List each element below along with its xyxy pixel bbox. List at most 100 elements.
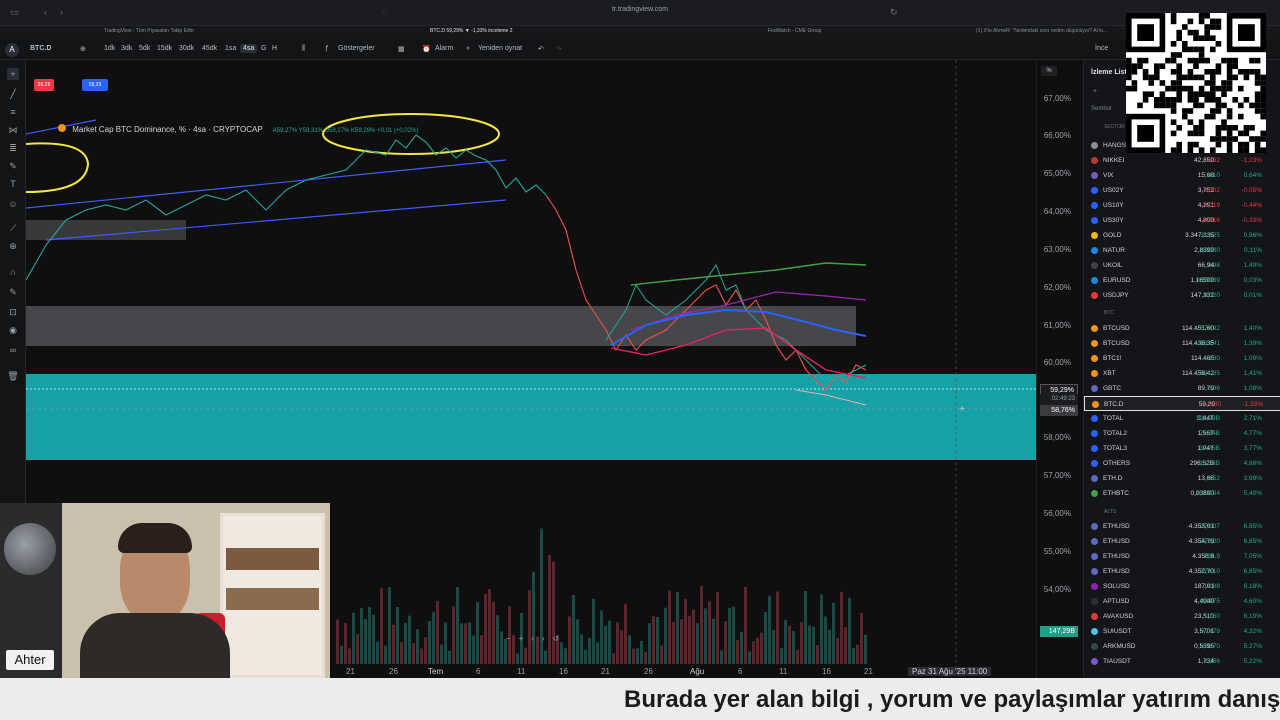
interval-5dk[interactable]: 5dk [139,45,150,52]
interval-15dk[interactable]: 15dk [157,45,172,52]
chart-type-icon[interactable]: ⫼ [302,45,305,53]
lock-icon[interactable]: ⊡ [7,306,19,318]
symbol-search[interactable]: BTC.D [30,45,51,52]
watchlist-row[interactable]: ETHUSD 4.352,70 279,10 6,85% [1084,564,1280,579]
watchlist-row[interactable]: ARKMUSD 0,5395 0,0270 5,27% [1084,639,1280,654]
tab-btcd[interactable]: BTC.D 59,29% ▼ -1,33% inceleme 2 [430,28,513,38]
volume-bar [396,606,399,664]
forward-icon[interactable]: › [60,7,70,17]
watchlist-change: 1.579,92 [1194,325,1220,332]
watchlist-row[interactable]: EURUSD 1,16500 0,00039 0,03% [1084,273,1280,288]
watchlist-row[interactable]: ETHUSD 4.354,79 279,20 6,85% [1084,534,1280,549]
add-symbol-icon[interactable]: ⊕ [80,45,86,53]
volume-bar [400,642,403,664]
watchlist-row[interactable]: UKOIL 66,94 0,98 1,49% [1084,258,1280,273]
undo-icon[interactable]: ↶ [538,45,544,53]
watchlist-row[interactable]: ETHBTC 0,03800 0,00194 5,40% [1084,486,1280,501]
tab-tradingview[interactable]: TradingView - Tüm Piyasaları Takip Edin [104,28,194,38]
lock-drawing-icon[interactable]: ✎ [7,286,19,298]
link-icon[interactable]: ∞ [7,344,19,356]
watchlist-row[interactable]: XBT 114.456,42 1.591,35 1,41% [1084,366,1280,381]
add-symbol-icon[interactable]: + [1093,88,1097,95]
watchlist-row[interactable]: SOLUSD 187,01 10,88 6,18% [1084,579,1280,594]
interval-3dk[interactable]: 3dk [121,45,132,52]
watchlist-row[interactable]: SUIUSDT 3,5701 0,1479 4,32% [1084,624,1280,639]
emoji-icon[interactable]: ☺ [7,198,19,210]
volume-bar [760,632,763,664]
interval-30dk[interactable]: 30dk [179,45,194,52]
watchlist-row[interactable]: APTUSD 4,4940 0,1975 4,60% [1084,594,1280,609]
watchlist-row[interactable]: BTC.D 59,29 -0,80 -1,33% [1084,396,1280,411]
avatar[interactable]: A [5,43,19,57]
watchlist-row[interactable]: NIKKEI 42,850 -332 -1,23% [1084,153,1280,168]
fib-icon[interactable]: ≡ [7,106,19,118]
volume-bar [740,631,743,664]
watchlist-row[interactable]: AVAXUSD 23,510 1,160 6,19% [1084,609,1280,624]
symbol-logo-icon [1091,217,1098,224]
ruler-icon[interactable]: ⟋ [7,222,19,234]
sell-badge[interactable]: 59,29 [34,79,54,91]
watchlist-row[interactable]: NATUR 2,8390 0,0030 0,11% [1084,243,1280,258]
volume-bar [576,619,579,664]
watchlist-row[interactable]: TOTAL 3,84T 101,29B 2,71% [1084,411,1280,426]
eye-icon[interactable]: ◉ [7,324,19,336]
replay-icon[interactable]: « [466,45,470,52]
alarm-button[interactable]: Alarm [435,45,453,52]
indicators-icon[interactable]: ƒ [325,45,329,52]
interval-1dk[interactable]: 1dk [104,45,115,52]
zoom-icon[interactable]: ⊕ [7,240,19,252]
crosshair-price-badge: 58,76% [1040,405,1078,416]
buy-badge[interactable]: 59,29 [82,79,108,91]
right-panel-button[interactable]: İnce [1095,45,1108,52]
volume-bar [472,635,475,664]
watchlist-row[interactable]: US02Y 3,752 -0,002 -0,05% [1084,183,1280,198]
watchlist-row[interactable]: OTHERS 296,52B 13,78B 4,88% [1084,456,1280,471]
watchlist-change-pct: 1,40% [1243,325,1262,332]
watchlist-row[interactable]: US10Y 4,291 -0,019 -0,44% [1084,198,1280,213]
text-icon[interactable]: T [7,178,19,190]
interval-1sa[interactable]: 1sa [225,45,236,52]
watchlist-row[interactable]: TOTAL2 1,56T 71,24B 4,77% [1084,426,1280,441]
interval-4sa[interactable]: 4sa [240,44,258,53]
alarm-icon[interactable]: ⏰ [422,45,431,53]
trendline-icon[interactable]: ╱ [7,88,19,100]
watchlist-row[interactable]: BTCUSD 114.436,35 1.563,41 1,39% [1084,336,1280,351]
watchlist-row[interactable]: ETH.D 13,68 0,52 3,99% [1084,471,1280,486]
percent-toggle[interactable]: % [1041,66,1057,76]
crosshair-icon[interactable]: + [7,68,19,80]
price-axis[interactable]: 67,00% 66,00% 65,00% 64,00% 63,00% 62,00… [1036,60,1082,678]
watchlist-row[interactable]: TOTAL3 1,04T 37,75B 3,77% [1084,441,1280,456]
channel-icon[interactable]: ≣ [7,142,19,154]
replay-button[interactable]: Yeniden oynat [478,45,522,52]
watchlist-row[interactable]: TIAUSDT 1,734 0,086 5,22% [1084,654,1280,669]
interval-45dk[interactable]: 45dk [202,45,217,52]
watchlist-row[interactable]: USDJPY 147,332 0,020 0,01% [1084,288,1280,303]
watchlist-row[interactable]: GBTC 89,79 0,96 1,08% [1084,381,1280,396]
watchlist-row[interactable]: GOLD 3.347,335 31,625 0,96% [1084,228,1280,243]
brush-icon[interactable]: ✎ [7,160,19,172]
sidebar-toggle-icon[interactable]: ▭ [10,7,20,17]
watchlist-row[interactable]: BTCUSD 114.451,60 1.579,92 1,40% [1084,321,1280,336]
interval-g[interactable]: G [261,45,266,52]
tab-x[interactable]: (1) X'te AhmeR: "Nedendaki soru neden dü… [976,28,1107,38]
zoom-controls[interactable]: −+‹›↺ [506,634,567,643]
watchlist-row[interactable]: VIX 15,68 0,10 0,64% [1084,168,1280,183]
layout-icon[interactable]: ▦ [398,45,405,53]
redo-icon[interactable]: ↷ [556,45,562,53]
watchlist-row[interactable]: ETHUSD 4.356,9 286,9 7,05% [1084,549,1280,564]
magnet-icon[interactable]: ∩ [7,266,19,278]
tab-fedwatch[interactable]: FedWatch - CME Group [768,28,821,38]
indicators-button[interactable]: Göstergeler [338,45,375,52]
watchlist-change-pct: 5,40% [1243,490,1262,497]
back-icon[interactable]: ‹ [44,7,54,17]
pattern-icon[interactable]: ⋈ [7,124,19,136]
watchlist-row[interactable]: US30Y 4,890 -0,016 -0,33% [1084,213,1280,228]
reload-icon[interactable]: ↻ [890,7,900,17]
trash-icon[interactable]: 🗑 [7,370,19,382]
interval-h[interactable]: H [272,45,277,52]
watchlist-header-symbol[interactable]: Sembol [1091,106,1111,112]
watchlist-row[interactable]: ETHUSD 4.353,01 279,07 6,85% [1084,519,1280,534]
volume-bar [468,622,471,664]
address-bar[interactable]: tr.tradingview.com [540,6,740,13]
watchlist-row[interactable]: BTC1! 114.465 1.230 1,09% [1084,351,1280,366]
